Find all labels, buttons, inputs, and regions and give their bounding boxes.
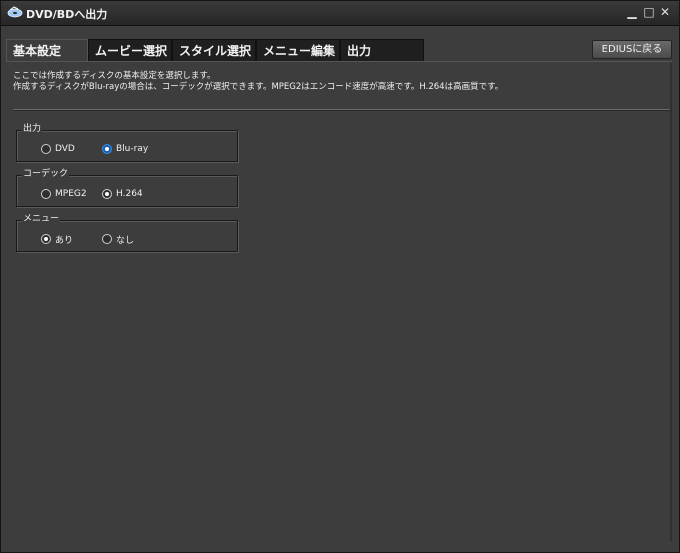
menu-group: メニュー あり なし xyxy=(16,214,238,252)
radio-checked-icon xyxy=(102,144,112,154)
minimize-button[interactable]: ▁ xyxy=(625,5,639,19)
radio-checked-icon xyxy=(102,189,112,199)
tab-output[interactable]: 出力 xyxy=(340,39,424,61)
window-title: DVD/BDへ出力 xyxy=(26,8,108,21)
close-button[interactable]: ✕ xyxy=(658,5,672,19)
title-bar[interactable]: DVD/BDへ出力 ▁ □ ✕ xyxy=(1,1,679,26)
divider xyxy=(13,109,670,111)
codec-group: コーデック MPEG2 H.264 xyxy=(16,169,238,207)
back-to-edius-button[interactable]: EDIUSに戻る xyxy=(592,40,672,59)
description-text: ここでは作成するディスクの基本設定を選択します。 作成するディスクがBlu-ra… xyxy=(13,71,503,93)
output-bluray-label: Blu-ray xyxy=(116,144,149,154)
tab-bar: 基本設定 ムービー選択 スタイル選択 メニュー編集 出力 xyxy=(6,39,426,61)
tab-style-select[interactable]: スタイル選択 xyxy=(172,39,256,61)
codec-h264-label: H.264 xyxy=(116,189,143,199)
menu-yes-radio[interactable]: あり xyxy=(41,233,74,246)
description-line-1: ここでは作成するディスクの基本設定を選択します。 xyxy=(13,71,216,81)
codec-group-label: コーデック xyxy=(22,169,70,180)
tab-basic-settings[interactable]: 基本設定 xyxy=(6,39,88,61)
output-dvd-label: DVD xyxy=(55,144,75,154)
radio-unchecked-icon xyxy=(102,234,112,244)
codec-mpeg2-label: MPEG2 xyxy=(55,189,87,199)
codec-h264-radio[interactable]: H.264 xyxy=(102,188,143,200)
output-group-label: 出力 xyxy=(22,124,43,135)
tab-content-border xyxy=(6,61,672,62)
radio-unchecked-icon xyxy=(41,189,51,199)
description-line-2: 作成するディスクがBlu-rayの場合は、コーデックが選択できます。MPEG2は… xyxy=(13,82,504,92)
output-dvd-radio[interactable]: DVD xyxy=(41,143,75,155)
menu-yes-label: あり xyxy=(55,235,74,246)
tab-movie-select[interactable]: ムービー選択 xyxy=(88,39,172,61)
tab-menu-edit[interactable]: メニュー編集 xyxy=(256,39,340,61)
output-group: 出力 DVD Blu-ray xyxy=(16,124,238,162)
app-window: DVD/BDへ出力 ▁ □ ✕ 基本設定 ムービー選択 スタイル選択 メニュー編… xyxy=(0,0,680,553)
content-edge xyxy=(670,63,672,541)
menu-group-label: メニュー xyxy=(22,214,61,225)
disc-icon xyxy=(7,6,23,18)
radio-unchecked-icon xyxy=(41,144,51,154)
menu-no-radio[interactable]: なし xyxy=(102,233,135,246)
maximize-button[interactable]: □ xyxy=(642,5,656,19)
output-bluray-radio[interactable]: Blu-ray xyxy=(102,143,148,155)
radio-checked-icon xyxy=(41,234,51,244)
codec-mpeg2-radio[interactable]: MPEG2 xyxy=(41,188,87,200)
menu-no-label: なし xyxy=(116,235,135,246)
